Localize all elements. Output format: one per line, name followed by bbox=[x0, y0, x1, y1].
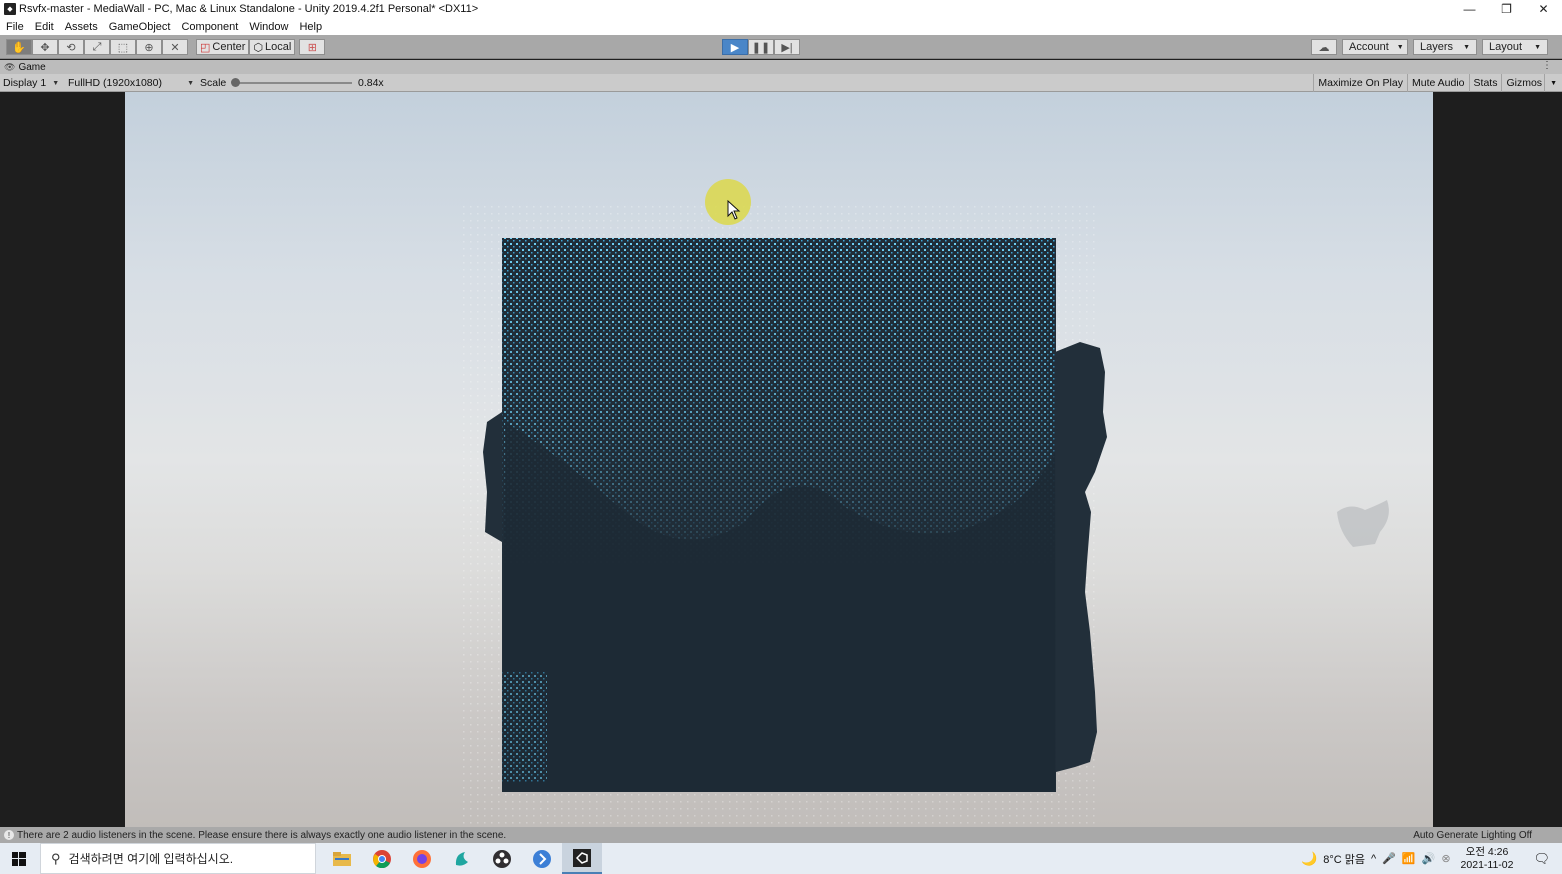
menu-bar: File Edit Assets GameObject Component Wi… bbox=[0, 18, 1562, 35]
system-tray: 🌙 8°C 맑음 ^ 🎤 📶 🔊 ⊗ 오전 4:26 2021-11-02 🗨 bbox=[1301, 843, 1562, 874]
obs-icon[interactable] bbox=[482, 843, 522, 874]
microphone-icon[interactable]: 🎤 bbox=[1382, 852, 1396, 865]
game-view-bar: Display 1 ▼ FullHD (1920x1080) ▼ Scale 0.8… bbox=[0, 74, 1562, 92]
layout-dropdown[interactable]: Layout ▼ bbox=[1482, 39, 1548, 55]
start-button[interactable] bbox=[0, 843, 38, 874]
maximize-on-play-toggle[interactable]: Maximize On Play bbox=[1313, 74, 1407, 92]
menu-window[interactable]: Window bbox=[249, 21, 288, 33]
custom-tool-icon[interactable]: ✕ bbox=[162, 39, 188, 55]
app-blue-icon[interactable] bbox=[522, 843, 562, 874]
move-tool-icon[interactable]: ✥ bbox=[32, 39, 58, 55]
taskbar-search[interactable]: ⚲ 검색하려면 여기에 입력하십시오. bbox=[40, 843, 316, 874]
menu-edit[interactable]: Edit bbox=[35, 21, 54, 33]
scale-slider-track[interactable] bbox=[234, 82, 352, 84]
pause-button[interactable]: ❚❚ bbox=[748, 39, 774, 55]
pivot-icon: ◰ bbox=[200, 41, 211, 54]
figure-silhouette-right bbox=[1055, 342, 1107, 772]
weather-text[interactable]: 8°C 맑음 bbox=[1323, 851, 1365, 867]
layers-dropdown[interactable]: Layers ▼ bbox=[1413, 39, 1477, 55]
clock-date: 2021-11-02 bbox=[1460, 858, 1514, 871]
notification-icon[interactable]: 🗨 bbox=[1533, 851, 1550, 867]
game-eye-icon: 👁 bbox=[4, 61, 16, 72]
chevron-down-icon: ▼ bbox=[1463, 43, 1470, 51]
status-off-icon[interactable]: ⊗ bbox=[1441, 852, 1450, 865]
unity-app-icon: ◆ bbox=[4, 3, 16, 15]
scale-tool-icon[interactable]: ⤢ bbox=[84, 39, 110, 55]
status-bar: ! There are 2 audio listeners in the sce… bbox=[0, 827, 1562, 843]
play-button[interactable]: ▶ bbox=[722, 39, 748, 55]
network-icon[interactable]: 📶 bbox=[1402, 852, 1416, 865]
firefox-icon[interactable] bbox=[402, 843, 442, 874]
transform-tool-icon[interactable]: ⊕ bbox=[136, 39, 162, 55]
unity-icon[interactable] bbox=[562, 843, 602, 874]
gizmos-dropdown-icon[interactable]: ▼ bbox=[1544, 74, 1562, 92]
gizmos-toggle[interactable]: Gizmos bbox=[1501, 74, 1544, 92]
windows-logo-icon bbox=[12, 851, 26, 866]
taskbar-clock[interactable]: 오전 4:26 2021-11-02 bbox=[1461, 846, 1520, 872]
menu-help[interactable]: Help bbox=[299, 21, 322, 33]
right-toolbar: ☁ Account ▼ Layers ▼ Layout ▼ bbox=[1311, 39, 1548, 55]
app-icon[interactable] bbox=[442, 843, 482, 874]
grid-snap-icon[interactable]: ⊞ bbox=[299, 39, 326, 55]
window-controls: — ❐ ✕ bbox=[1451, 0, 1562, 18]
chevron-down-icon: ▼ bbox=[52, 79, 60, 87]
weather-moon-icon: 🌙 bbox=[1301, 850, 1318, 866]
minimize-button[interactable]: — bbox=[1451, 0, 1488, 18]
chrome-icon[interactable] bbox=[362, 843, 402, 874]
taskbar-apps bbox=[322, 843, 602, 874]
chevron-up-icon[interactable]: ^ bbox=[1371, 853, 1376, 865]
cloud-icon[interactable]: ☁ bbox=[1311, 39, 1337, 55]
step-button[interactable]: ▶| bbox=[774, 39, 800, 55]
windows-taskbar: ⚲ 검색하려면 여기에 입력하십시오. 🌙 8°C 맑음 ^ 🎤 📶 🔊 ⊗ 오… bbox=[0, 843, 1562, 874]
scale-slider-handle[interactable] bbox=[231, 78, 240, 87]
rect-tool-icon[interactable]: ⬚ bbox=[110, 39, 136, 55]
console-message[interactable]: There are 2 audio listeners in the scene… bbox=[17, 830, 506, 841]
info-icon: ! bbox=[4, 830, 14, 840]
point-cloud-bottom-left bbox=[502, 672, 547, 782]
file-explorer-icon[interactable] bbox=[322, 843, 362, 874]
chevron-down-icon: ▼ bbox=[187, 79, 194, 87]
hand-tool-icon[interactable]: ✋ bbox=[6, 39, 32, 55]
game-view-options: Maximize On Play Mute Audio Stats Gizmos… bbox=[1313, 74, 1562, 92]
title-bar: ◆ Rsvfx-master - MediaWall - PC, Mac & L… bbox=[0, 0, 1562, 18]
pivot-tools: ◰ Center ⬡ Local ⊞ bbox=[196, 39, 326, 55]
account-dropdown[interactable]: Account ▼ bbox=[1342, 39, 1408, 55]
scene-render bbox=[460, 179, 1389, 824]
menu-component[interactable]: Component bbox=[181, 21, 238, 33]
main-toolbar: ✋ ✥ ⟲ ⤢ ⬚ ⊕ ✕ ◰ Center ⬡ Local ⊞ ▶ ❚❚ ▶| ☁… bbox=[0, 35, 1562, 59]
game-viewport[interactable] bbox=[125, 92, 1433, 827]
mute-audio-toggle[interactable]: Mute Audio bbox=[1406, 74, 1469, 92]
pivot-local-button[interactable]: ⬡ Local bbox=[249, 39, 296, 55]
search-icon: ⚲ bbox=[51, 850, 61, 866]
resolution-dropdown[interactable]: FullHD (1920x1080) ▼ bbox=[68, 74, 194, 92]
figure-silhouette-left bbox=[483, 412, 502, 542]
search-placeholder: 검색하려면 여기에 입력하십시오. bbox=[68, 852, 234, 866]
close-button[interactable]: ✕ bbox=[1525, 0, 1562, 18]
menu-assets[interactable]: Assets bbox=[65, 21, 98, 33]
menu-file[interactable]: File bbox=[6, 21, 24, 33]
tab-game[interactable]: 👁 Game bbox=[4, 60, 46, 74]
more-options-icon[interactable]: ⋮ bbox=[1542, 60, 1552, 71]
window-title: Rsvfx-master - MediaWall - PC, Mac & Lin… bbox=[19, 3, 479, 15]
local-icon: ⬡ bbox=[253, 41, 264, 54]
game-tab-strip: 👁 Game ⋮ bbox=[0, 60, 1562, 74]
pivot-center-button[interactable]: ◰ Center bbox=[196, 39, 250, 55]
stats-toggle[interactable]: Stats bbox=[1468, 74, 1502, 92]
play-controls: ▶ ❚❚ ▶| bbox=[722, 39, 800, 55]
scale-value: 0.84x bbox=[358, 77, 384, 89]
display-dropdown[interactable]: Display 1 ▼ bbox=[3, 74, 59, 92]
chevron-down-icon: ▼ bbox=[1534, 43, 1541, 51]
clock-time: 오전 4:26 bbox=[1465, 845, 1509, 858]
rotate-tool-icon[interactable]: ⟲ bbox=[58, 39, 84, 55]
chevron-down-icon: ▼ bbox=[1396, 43, 1404, 51]
background-ghost-figure bbox=[1337, 500, 1389, 547]
restore-button[interactable]: ❐ bbox=[1488, 0, 1525, 18]
volume-icon[interactable]: 🔊 bbox=[1422, 852, 1436, 865]
scale-label: Scale bbox=[200, 77, 227, 89]
lighting-status[interactable]: Auto Generate Lighting Off bbox=[1413, 830, 1532, 841]
menu-gameobject[interactable]: GameObject bbox=[109, 21, 171, 33]
transform-tools: ✋ ✥ ⟲ ⤢ ⬚ ⊕ ✕ bbox=[6, 39, 188, 55]
